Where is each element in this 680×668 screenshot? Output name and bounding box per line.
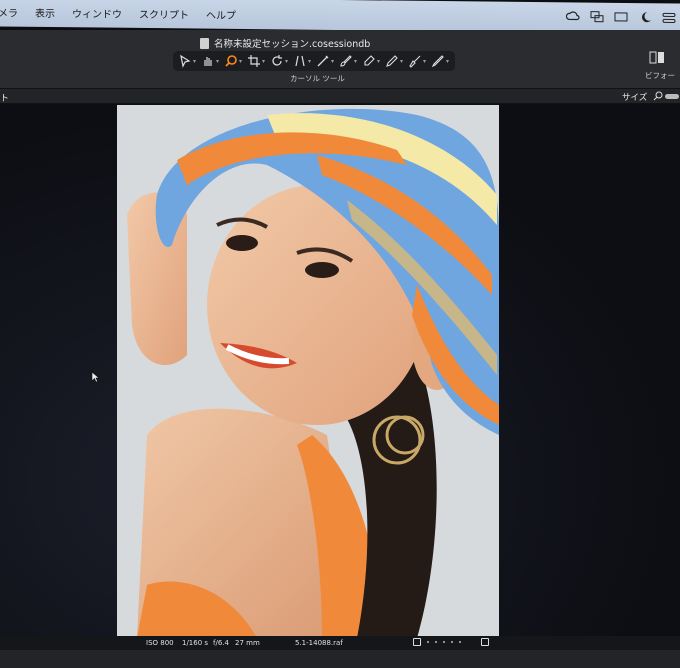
- magnifier-icon: [225, 55, 237, 67]
- moon-icon[interactable]: [638, 11, 652, 23]
- pan-tool[interactable]: ▾: [200, 53, 220, 69]
- aperture-value: f/6.4: [213, 639, 229, 647]
- star-dot-icon[interactable]: [459, 641, 461, 643]
- zoom-icon[interactable]: [653, 91, 663, 101]
- clone-stamp-icon: [409, 55, 421, 68]
- viewer-header: ト サイズ: [0, 88, 680, 104]
- keystone-tool[interactable]: ▾: [292, 53, 312, 69]
- star-dot-icon[interactable]: [427, 641, 429, 643]
- screen-mirror-icon[interactable]: [590, 11, 604, 23]
- rating-dots[interactable]: [413, 638, 489, 646]
- portrait-photo: [117, 105, 499, 638]
- thumbnail-size-slider[interactable]: [665, 94, 679, 99]
- eyedropper-icon: [317, 55, 329, 67]
- mask-tool[interactable]: ▾: [384, 53, 404, 69]
- annotation-tool[interactable]: ▾: [430, 53, 450, 69]
- menu-help[interactable]: ヘルプ: [206, 6, 236, 21]
- star-dot-icon[interactable]: [435, 641, 437, 643]
- zoom-tool[interactable]: ▾: [223, 53, 243, 69]
- iso-value: ISO 800: [146, 639, 174, 647]
- document-title: 名称未設定セッション.cosessiondb: [200, 36, 370, 50]
- truncated-label: ト: [0, 94, 10, 104]
- menu-script[interactable]: スクリプト: [139, 5, 189, 21]
- monitor-bezel: [0, 650, 680, 668]
- clone-tool[interactable]: ▾: [407, 53, 427, 69]
- cursor-tool-label: カーソル ツール: [290, 74, 345, 83]
- eraser-icon: [364, 55, 375, 66]
- size-label: サイズ: [622, 93, 648, 103]
- document-icon: [200, 37, 209, 49]
- cursor-toolbar: ▾ ▾ ▾ ▾ ▾ ▾ ▾ ▾ ▾ ▾ ▾ ▾: [173, 51, 455, 71]
- star-dot-icon[interactable]: [443, 641, 445, 643]
- select-cursor-tool[interactable]: ▾: [177, 53, 197, 69]
- photo-info-bar: ISO 800 1/160 s f/6.4 27 mm 5.1-14088.ra…: [0, 636, 680, 650]
- gradient-mask-icon: [386, 55, 398, 67]
- arrow-cursor-icon: [180, 54, 191, 68]
- photo-preview[interactable]: [117, 105, 499, 638]
- crop-tool[interactable]: ▾: [246, 53, 266, 69]
- viewer-label: ビフォー: [645, 71, 675, 80]
- file-name: 5.1-14088.raf: [295, 639, 343, 647]
- menu-camera[interactable]: メラ: [0, 4, 18, 19]
- eraser-tool[interactable]: ▾: [361, 53, 381, 69]
- shutter-value: 1/160 s: [182, 639, 209, 647]
- picker-tool[interactable]: ▾: [315, 53, 335, 69]
- tag-box-icon[interactable]: [481, 638, 489, 646]
- before-view-icon[interactable]: [648, 50, 666, 66]
- rotate-tool[interactable]: ▾: [269, 53, 289, 69]
- color-tag-icon[interactable]: [413, 638, 421, 646]
- mouse-cursor-icon: [91, 371, 100, 383]
- focal-length-value: 27 mm: [235, 639, 260, 647]
- pen-icon: [431, 55, 444, 68]
- display-icon[interactable]: [614, 11, 628, 23]
- hand-icon: [204, 57, 212, 66]
- document-title-text: 名称未設定セッション.cosessiondb: [214, 39, 371, 50]
- control-center-icon[interactable]: [662, 11, 676, 23]
- menu-window[interactable]: ウィンドウ: [72, 5, 122, 21]
- brush-tool[interactable]: ▾: [338, 53, 358, 69]
- crop-icon: [247, 55, 260, 67]
- star-dot-icon[interactable]: [451, 641, 453, 643]
- macos-menu-bar: メラ 表示 ウィンドウ スクリプト ヘルプ: [0, 0, 680, 34]
- creative-cloud-icon[interactable]: [565, 10, 580, 22]
- rotate-icon: [272, 55, 282, 66]
- brush-icon: [340, 55, 352, 67]
- menu-bar-tray: [565, 10, 676, 23]
- keystone-icon: [295, 55, 305, 67]
- menu-view[interactable]: 表示: [35, 4, 55, 19]
